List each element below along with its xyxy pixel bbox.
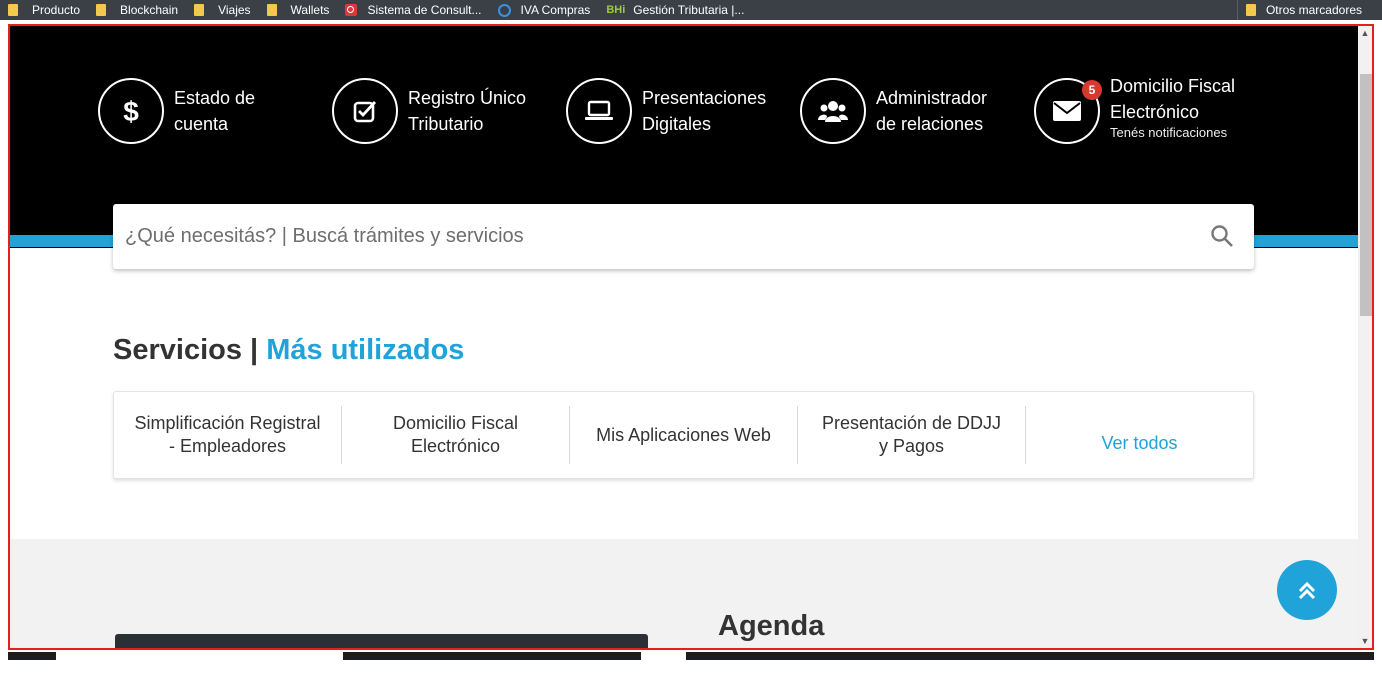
globe-icon [497, 3, 511, 17]
checkbox-icon [332, 78, 398, 144]
bookmark-label: Sistema de Consult... [367, 3, 482, 17]
bookmark-iva-compras[interactable]: IVA Compras [490, 0, 599, 20]
laptop-icon [566, 78, 632, 144]
search-placeholder: ¿Qué necesitás? | Buscá trámites y servi… [125, 225, 524, 247]
services-title: Servicios | Más utilizados [113, 334, 464, 367]
quick-line1: Presentaciones [642, 88, 767, 108]
agenda-title: Agenda [718, 610, 825, 642]
bookmark-gestion-tributaria[interactable]: BHi Gestión Tributaria |... [598, 0, 752, 20]
bookmark-label: Blockchain [120, 3, 179, 17]
notification-badge: 5 [1082, 80, 1102, 100]
services-list: Simplificación Registral - Empleadores Do… [113, 391, 1254, 479]
dollar-icon: $ [98, 78, 164, 144]
quick-label: Administrador de relaciones [876, 85, 987, 137]
quick-label: Presentaciones Digitales [642, 85, 766, 137]
bhi-icon: BHi [606, 4, 626, 16]
quick-registro-unico[interactable]: Registro Único Tributario [332, 78, 526, 144]
service-line1: Domicilio Fiscal [392, 413, 518, 433]
bookmark-label: Producto [32, 3, 81, 17]
service-line1: Simplificación Registral [134, 413, 321, 433]
quick-line2: cuenta [174, 114, 229, 134]
bookmark-otros[interactable]: Otros marcadores [1236, 0, 1370, 20]
quick-line1: Estado de [174, 88, 256, 108]
scrollbar-thumb[interactable] [1360, 74, 1372, 316]
quick-label: Registro Único Tributario [408, 85, 526, 137]
video-thumbnail[interactable] [115, 634, 648, 648]
search-input[interactable]: ¿Qué necesitás? | Buscá trámites y servi… [113, 204, 1254, 269]
search-site-icon [345, 4, 358, 16]
quick-line1: Administrador [876, 88, 988, 108]
quick-estado-cuenta[interactable]: $ Estado de cuenta [98, 78, 255, 144]
users-icon [800, 78, 866, 144]
quick-line2: Tributario [408, 114, 484, 134]
taskbar-strip [0, 652, 1382, 675]
bookmark-label: Wallets [290, 3, 330, 17]
service-line2: y Pagos [878, 436, 945, 456]
service-mis-aplicaciones[interactable]: Mis Aplicaciones Web [570, 406, 798, 464]
quick-line2: Electrónico [1110, 102, 1200, 122]
quick-line1: Registro Único [408, 88, 527, 108]
taskbar-segment [343, 652, 641, 660]
search-icon[interactable] [1210, 224, 1234, 253]
bookmark-producto[interactable]: Producto [0, 0, 88, 20]
bookmark-label: Otros marcadores [1265, 3, 1362, 17]
service-presentacion-ddjj[interactable]: Presentación de DDJJ y Pagos [798, 406, 1026, 464]
scroll-up-arrow[interactable]: ▲ [1358, 26, 1372, 40]
svg-text:$: $ [123, 96, 139, 126]
bookmark-blockchain[interactable]: Blockchain [88, 0, 186, 20]
quick-line2: Digitales [642, 114, 712, 134]
bookmark-label: Gestión Tributaria |... [633, 3, 745, 17]
quick-administrador[interactable]: Administrador de relaciones [800, 78, 987, 144]
folder-icon [1245, 4, 1256, 16]
service-domicilio-fiscal[interactable]: Domicilio Fiscal Electrónico [342, 406, 570, 464]
scroll-down-arrow[interactable]: ▼ [1358, 634, 1372, 648]
folder-icon [194, 4, 205, 16]
bookmark-wallets[interactable]: Wallets [259, 0, 338, 20]
services-title-accent: Más utilizados [266, 334, 465, 366]
folder-icon [266, 4, 277, 16]
quick-label: Domicilio Fiscal Electrónico Tenés notific… [1110, 73, 1235, 141]
double-chevron-up-icon [1298, 581, 1316, 600]
service-simplificacion-registral[interactable]: Simplificación Registral - Empleadores [114, 406, 342, 464]
ver-todos-link[interactable]: Ver todos [1026, 406, 1253, 464]
service-line1: Mis Aplicaciones Web [596, 424, 771, 445]
bookmark-label: Viajes [218, 3, 251, 17]
page-viewport: $ Estado de cuenta Registro Único Tributar… [8, 24, 1374, 650]
quick-domicilio-fiscal[interactable]: 5 Domicilio Fiscal Electrónico Tenés notif… [1034, 76, 1235, 144]
scroll-top-button[interactable] [1277, 560, 1337, 620]
service-line1: Presentación de DDJJ [821, 413, 1002, 433]
services-title-main: Servicios | [113, 334, 259, 366]
quick-label: Estado de cuenta [174, 85, 255, 137]
taskbar-segment [686, 652, 1374, 660]
bookmarks-bar: Producto Blockchain Viajes Wallets Siste… [0, 0, 1382, 20]
folder-icon [96, 4, 107, 16]
quick-sub: Tenés notificaciones [1110, 125, 1228, 140]
bookmark-label: IVA Compras [520, 3, 591, 17]
service-line2: - Empleadores [168, 436, 287, 456]
scrollbar[interactable]: ▲ ▼ [1358, 26, 1372, 648]
envelope-icon: 5 [1034, 78, 1102, 144]
bookmark-viajes[interactable]: Viajes [186, 0, 258, 20]
bookmark-sistema-consulta[interactable]: Sistema de Consult... [337, 0, 489, 20]
ver-todos-label: Ver todos [1101, 432, 1178, 453]
taskbar-segment [8, 652, 56, 660]
quick-presentaciones[interactable]: Presentaciones Digitales [566, 78, 766, 144]
quick-line2: de relaciones [876, 114, 984, 134]
folder-icon [8, 4, 18, 16]
quick-line1: Domicilio Fiscal [1110, 76, 1236, 96]
service-line2: Electrónico [410, 436, 501, 456]
